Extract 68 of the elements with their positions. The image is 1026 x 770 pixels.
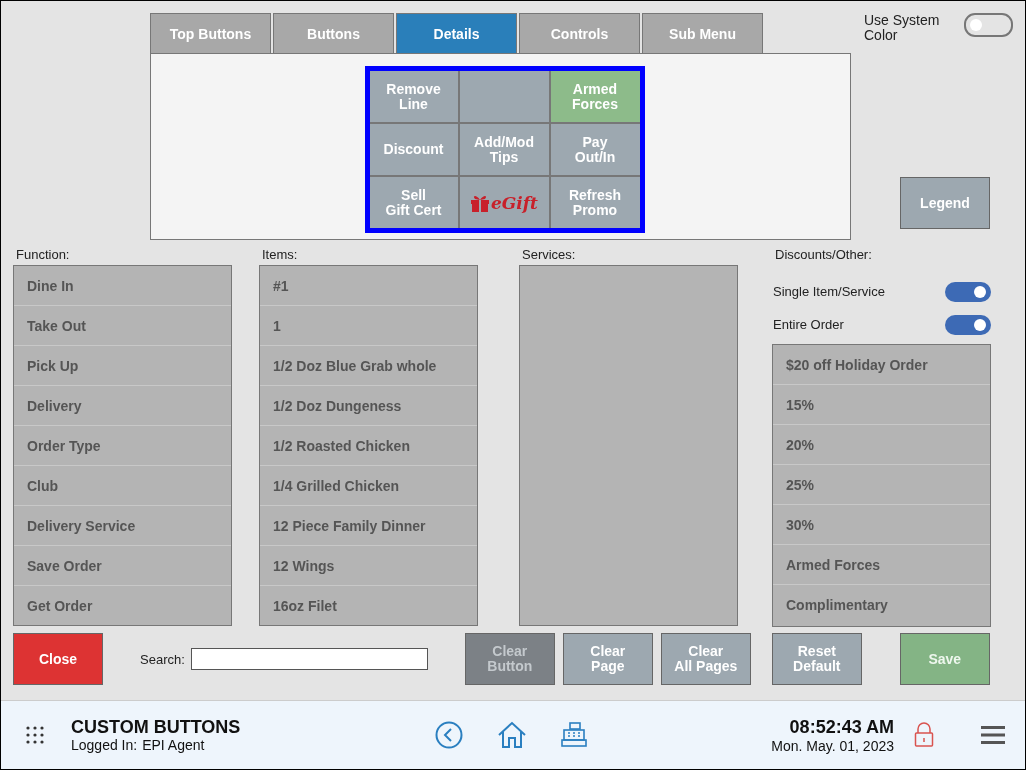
tab[interactable]: Controls [519,13,640,53]
gift-icon [470,193,490,212]
discount-item[interactable]: Complimentary [773,585,990,625]
back-icon[interactable] [435,721,463,749]
toggle-label: Single Item/Service [773,284,885,299]
legend-button[interactable]: Legend [900,177,990,229]
screen-title: CUSTOM BUTTONS [71,717,242,737]
menu-item[interactable]: 16oz Filet [260,586,477,626]
function-label: Function: [15,246,71,264]
action-button[interactable]: Clear Page [562,633,653,685]
cash-register-icon[interactable] [561,722,587,748]
menu-item[interactable]: #1 [260,266,477,306]
clock-date: Mon. May. 01, 2023 [771,737,894,754]
discount-item[interactable]: 20% [773,425,990,465]
toggle-label: Entire Order [773,317,844,332]
function-item[interactable]: Club [14,466,231,506]
apps-grid-icon[interactable] [25,725,45,745]
function-item[interactable]: Dine In [14,266,231,306]
discount-item[interactable]: 25% [773,465,990,505]
menu-item[interactable]: 1/2 Doz Dungeness [260,386,477,426]
egift-logo-text: eGift [491,192,538,213]
grid-button[interactable]: Refresh Promo [550,177,640,228]
grid-button[interactable]: Discount [369,124,458,175]
menu-item[interactable]: 1 [260,306,477,346]
menu-item[interactable]: 12 Piece Family Dinner [260,506,477,546]
function-item[interactable]: Delivery Service [14,506,231,546]
tab[interactable]: Sub Menu [642,13,763,53]
menu-item[interactable]: 1/2 Roasted Chicken [260,426,477,466]
action-button[interactable]: Clear All Pages [660,633,751,685]
discount-item[interactable]: 30% [773,505,990,545]
discount-item[interactable]: 15% [773,385,990,425]
egift-button[interactable]: eGift [459,177,549,228]
function-item[interactable]: Order Type [14,426,231,466]
grid-button[interactable]: Add/Mod Tips [459,124,549,175]
function-item[interactable]: Pick Up [14,346,231,386]
function-item[interactable]: Save Order [14,546,231,586]
clock-time: 08:52:43 AM [789,716,894,738]
discounts-label: Discounts/Other: [774,246,873,264]
home-icon[interactable] [497,721,527,749]
action-button[interactable]: Reset Default [771,633,862,685]
items-label: Items: [261,246,299,264]
grid-button[interactable]: Remove Line [369,71,458,122]
discount-item[interactable]: $20 off Holiday Order [773,345,990,385]
menu-item[interactable]: 1/2 Doz Blue Grab whole [260,346,477,386]
grid-button[interactable]: Armed Forces [550,71,640,122]
function-item[interactable]: Take Out [14,306,231,346]
toggle-switch[interactable] [945,281,991,302]
user-name: EPI Agent [142,736,205,753]
toggle-switch[interactable] [945,314,991,335]
services-label: Services: [521,246,577,264]
function-item[interactable]: Delivery [14,386,231,426]
function-item[interactable]: Get Order [14,586,231,626]
search-field[interactable] [190,648,428,670]
tab[interactable]: Top Buttons [150,13,271,53]
system-color-label: Use System Color [864,13,941,43]
grid-button[interactable]: Sell Gift Cert [369,177,458,228]
system-color-toggle[interactable] [964,13,1013,37]
menu-icon[interactable] [981,725,1005,745]
tab[interactable]: Buttons [273,13,394,53]
logged-in-label: Logged In: [71,736,138,753]
tab[interactable]: Details [396,13,517,53]
menu-item[interactable]: 1/4 Grilled Chicken [260,466,477,506]
lock-icon[interactable] [914,722,934,748]
grid-button[interactable]: Pay Out/In [550,124,640,175]
close-button[interactable]: Close [13,633,103,685]
discount-item[interactable]: Armed Forces [773,545,990,585]
menu-item[interactable]: 12 Wings [260,546,477,586]
search-label: Search: [140,651,185,667]
